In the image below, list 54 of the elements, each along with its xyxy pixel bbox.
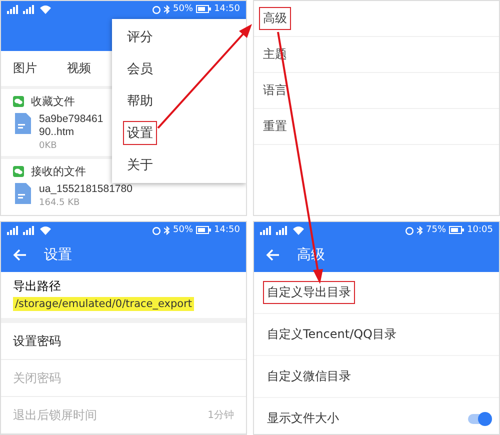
alarm-icon xyxy=(152,226,162,234)
settings-item[interactable]: 自定义导出目录 xyxy=(263,281,355,304)
alarm-icon xyxy=(405,226,414,234)
tab[interactable]: 图片 xyxy=(13,60,37,77)
battery-icon xyxy=(449,226,464,234)
battery-icon xyxy=(196,226,212,234)
settings-item[interactable]: 显示文件大小 xyxy=(263,407,343,430)
status-time: 10:05 xyxy=(467,225,493,235)
battery-percent: 50% xyxy=(173,225,194,235)
file-name[interactable]: 90..htm xyxy=(39,126,104,139)
file-name[interactable]: 5a9be798461 xyxy=(39,113,104,126)
signal-icon xyxy=(260,226,290,234)
file-size: 0KB xyxy=(39,141,58,151)
bluetooth-icon xyxy=(164,4,170,14)
settings-item[interactable]: 导出路径 xyxy=(13,278,61,295)
battery-percent: 75% xyxy=(426,225,446,235)
setting-value: 1分钟 xyxy=(208,408,234,422)
group-title: 收藏文件 xyxy=(31,94,75,109)
menu-item[interactable]: 关于 xyxy=(123,153,157,177)
wifi-icon xyxy=(40,4,51,14)
menu-item[interactable]: 帮助 xyxy=(123,89,157,113)
settings-item[interactable]: 自定义微信目录 xyxy=(263,365,355,388)
battery-percent: 50% xyxy=(173,4,194,14)
settings-item[interactable]: 语言 xyxy=(259,79,291,102)
tab[interactable]: 视频 xyxy=(67,60,91,77)
bluetooth-icon xyxy=(164,226,170,234)
screen-title: 设置 xyxy=(44,246,72,264)
signal-icon xyxy=(7,226,37,234)
settings-item[interactable]: 自定义Tencent/QQ目录 xyxy=(263,323,401,346)
menu-item[interactable]: 设置 xyxy=(123,121,157,145)
file-name[interactable]: ua_1552181581780 xyxy=(39,183,132,196)
menu-item[interactable]: 会员 xyxy=(123,57,157,81)
back-arrow-icon[interactable] xyxy=(266,249,279,261)
battery-icon xyxy=(196,5,212,13)
status-time: 14:50 xyxy=(214,225,240,235)
path-value: /storage/emulated/0/trace_export xyxy=(13,297,194,311)
status-time: 14:50 xyxy=(214,4,240,14)
settings-item[interactable]: 重置 xyxy=(259,115,291,138)
signal-icon xyxy=(7,4,37,14)
wifi-icon xyxy=(293,226,304,234)
group-title: 接收的文件 xyxy=(31,164,86,179)
menu-item[interactable]: 评分 xyxy=(123,25,157,49)
back-arrow-icon[interactable] xyxy=(13,249,26,261)
wifi-icon xyxy=(40,226,51,234)
toggle-switch[interactable] xyxy=(468,414,490,424)
chat-icon xyxy=(13,96,24,107)
chat-icon xyxy=(13,166,24,177)
settings-item[interactable]: 高级 xyxy=(259,7,291,30)
document-icon[interactable] xyxy=(15,183,31,204)
document-icon[interactable] xyxy=(15,113,31,134)
alarm-icon xyxy=(152,4,162,14)
settings-item[interactable]: 设置密码 xyxy=(13,332,61,350)
file-size: 164.5 KB xyxy=(39,198,81,208)
bluetooth-icon xyxy=(417,226,424,234)
